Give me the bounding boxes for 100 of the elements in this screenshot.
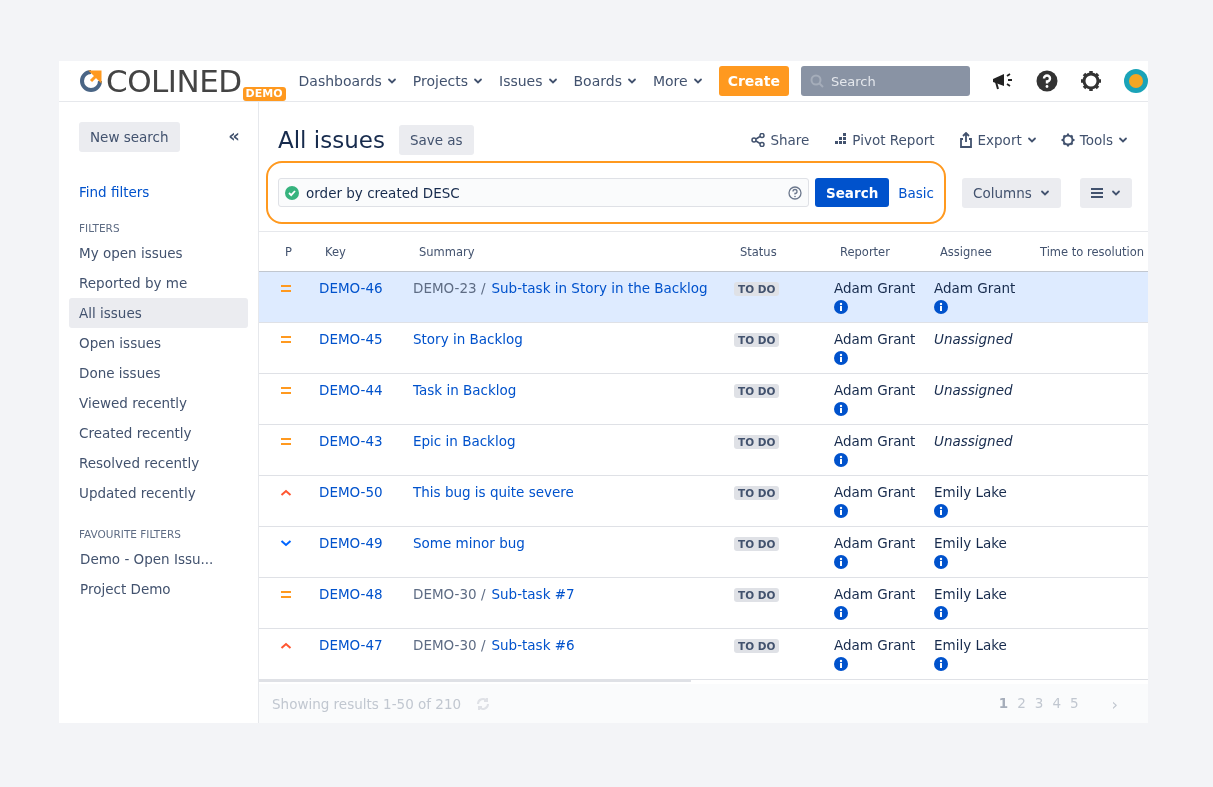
- assignee-name: Emily Lake: [934, 484, 1007, 500]
- results-count: Showing results 1-50 of 210: [272, 696, 462, 713]
- search-icon: [810, 74, 824, 88]
- issue-summary-link[interactable]: Some minor bug: [413, 535, 525, 551]
- column-header[interactable]: Key: [319, 244, 413, 259]
- toolbar-button[interactable]: Share: [751, 132, 810, 148]
- issue-key-link[interactable]: DEMO-45: [319, 331, 383, 347]
- assignee-name: Unassigned: [934, 382, 1013, 398]
- issue-summary-link[interactable]: Sub-task #7: [491, 586, 575, 602]
- new-search-button[interactable]: New search: [79, 122, 180, 152]
- chevron-down-icon: [692, 76, 703, 86]
- nav-menu[interactable]: More: [650, 69, 705, 93]
- info-icon[interactable]: [934, 555, 948, 569]
- nav-menu[interactable]: Dashboards: [296, 69, 399, 93]
- issue-summary-link[interactable]: Story in Backlog: [413, 331, 523, 347]
- info-icon[interactable]: [834, 504, 848, 518]
- settings-icon[interactable]: [1080, 70, 1102, 92]
- info-icon[interactable]: [834, 351, 848, 365]
- info-icon[interactable]: [834, 555, 848, 569]
- issue-key-link[interactable]: DEMO-43: [319, 433, 383, 449]
- assignee-name: Emily Lake: [934, 586, 1007, 602]
- issue-summary-link[interactable]: Task in Backlog: [413, 382, 517, 398]
- parent-issue-link[interactable]: DEMO-30 /: [413, 586, 486, 602]
- reporter-name: Adam Grant: [834, 280, 916, 296]
- parent-issue-link[interactable]: DEMO-23 /: [413, 280, 486, 296]
- info-icon[interactable]: [934, 606, 948, 620]
- filter-item[interactable]: Reported by me: [69, 268, 248, 298]
- info-icon[interactable]: [834, 402, 848, 416]
- assignee-name: Unassigned: [934, 433, 1013, 449]
- megaphone-icon[interactable]: [990, 70, 1014, 92]
- info-icon[interactable]: [834, 453, 848, 467]
- filter-item[interactable]: Open issues: [69, 328, 248, 358]
- parent-issue-link[interactable]: DEMO-30 /: [413, 637, 486, 653]
- filter-item[interactable]: Updated recently: [69, 478, 248, 508]
- help-icon[interactable]: [1036, 70, 1058, 92]
- info-icon[interactable]: [934, 504, 948, 518]
- search-field[interactable]: Search: [801, 66, 970, 96]
- chevron-down-icon: [473, 76, 483, 86]
- status-badge: TO DO: [734, 333, 780, 347]
- nav-menu[interactable]: Projects: [410, 69, 485, 93]
- issue-summary-link[interactable]: Sub-task in Story in the Backlog: [491, 280, 708, 296]
- columns-button[interactable]: Columns: [962, 177, 1061, 208]
- filter-item[interactable]: Done issues: [69, 358, 248, 388]
- filter-item[interactable]: Project Demo: [69, 574, 248, 604]
- issue-summary-link[interactable]: This bug is quite severe: [413, 484, 574, 500]
- nav-menu[interactable]: Issues: [497, 69, 560, 93]
- filter-item[interactable]: All issues: [69, 298, 248, 328]
- view-menu-button[interactable]: [1080, 177, 1132, 208]
- collapse-button[interactable]: «: [220, 124, 248, 150]
- toolbar-button[interactable]: Pivot Report: [833, 132, 935, 148]
- chevron-down-icon: [626, 76, 637, 86]
- selected-row[interactable]: DEMO-46 DEMO-23 / Sub-task in Story in the Backlog TO DO Adam Grant Adam Grant: [259, 272, 1148, 323]
- reporter-name: Adam Grant: [834, 433, 916, 449]
- status-badge: TO DO: [734, 639, 780, 653]
- assignee-name: Emily Lake: [934, 637, 1007, 653]
- filter-item[interactable]: My open issues: [69, 238, 248, 268]
- issue-key-link[interactable]: DEMO-44: [319, 382, 383, 398]
- section-heading: FAVOURITE FILTERS: [79, 528, 182, 540]
- filter-item[interactable]: Viewed recently: [69, 388, 248, 418]
- status-badge: TO DO: [734, 435, 780, 449]
- issue-key-link[interactable]: DEMO-50: [319, 484, 383, 500]
- info-icon[interactable]: [834, 606, 848, 620]
- assignee-name: Emily Lake: [934, 535, 1007, 551]
- column-header[interactable]: Status: [734, 244, 834, 259]
- assignee-name: Unassigned: [934, 331, 1013, 347]
- toolbar-button[interactable]: Export: [958, 132, 1037, 148]
- column-header[interactable]: Assignee: [934, 244, 1034, 259]
- filter-item[interactable]: Demo - Open Issu...: [69, 544, 248, 574]
- reporter-name: Adam Grant: [834, 637, 916, 653]
- reporter-name: Adam Grant: [834, 484, 916, 500]
- find-filters-link[interactable]: Find filters: [79, 184, 150, 200]
- info-icon[interactable]: [934, 657, 948, 671]
- avatar-icon[interactable]: [1124, 69, 1148, 93]
- column-header[interactable]: Summary: [413, 244, 734, 259]
- query-field[interactable]: order by created DESC: [278, 178, 809, 207]
- reporter-name: Adam Grant: [834, 586, 916, 602]
- issue-key-link[interactable]: DEMO-46: [319, 280, 383, 296]
- issue-key-link[interactable]: DEMO-48: [319, 586, 383, 602]
- issue-key-link[interactable]: DEMO-49: [319, 535, 383, 551]
- issue-summary-link[interactable]: Sub-task #6: [491, 637, 575, 653]
- filter-item[interactable]: Created recently: [69, 418, 248, 448]
- info-icon[interactable]: [934, 300, 948, 314]
- issue-summary-link[interactable]: Epic in Backlog: [413, 433, 516, 449]
- filter-item[interactable]: Resolved recently: [69, 448, 248, 478]
- basic-link[interactable]: Basic: [898, 184, 934, 201]
- status-badge: TO DO: [734, 282, 780, 296]
- info-icon[interactable]: [834, 657, 848, 671]
- column-header[interactable]: Reporter: [834, 244, 934, 259]
- column-header[interactable]: Time to resolution: [1034, 244, 1148, 259]
- assignee-name: Adam Grant: [934, 280, 1016, 296]
- export-icon: [958, 132, 973, 148]
- status-badge: TO DO: [734, 537, 780, 551]
- issue-key-link[interactable]: DEMO-47: [319, 637, 383, 653]
- info-icon[interactable]: [834, 300, 848, 314]
- toolbar-button[interactable]: Tools: [1060, 132, 1128, 148]
- column-header[interactable]: P: [259, 244, 319, 259]
- save-as-button[interactable]: Save as: [398, 125, 474, 155]
- search-button[interactable]: Search: [815, 178, 890, 207]
- section-heading: FILTERS: [79, 222, 121, 234]
- nav-menu[interactable]: Boards: [571, 69, 639, 93]
